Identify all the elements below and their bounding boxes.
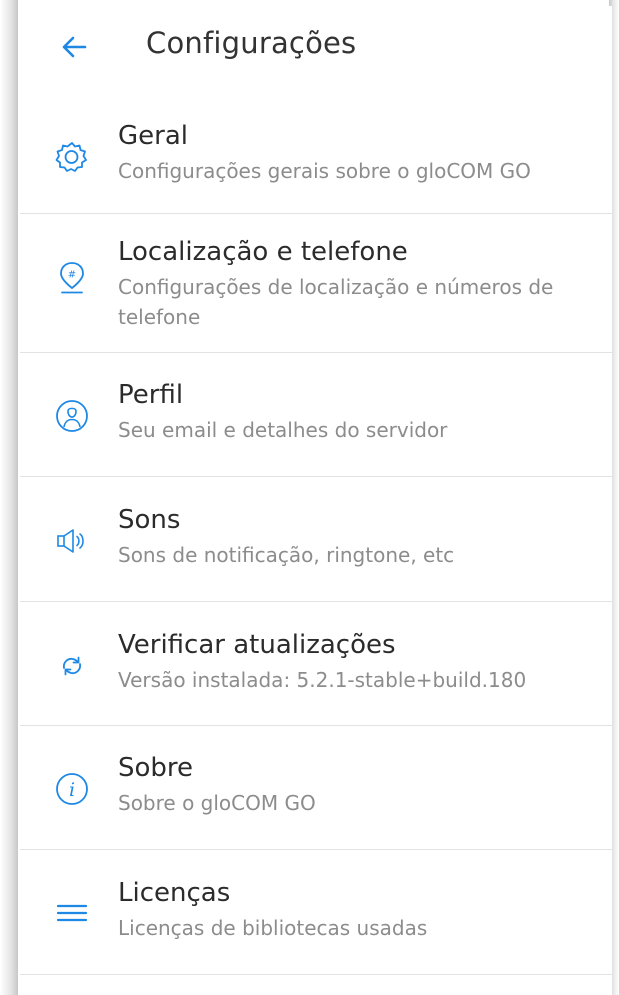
- settings-list: Geral Configurações gerais sobre o gloCO…: [20, 90, 612, 975]
- settings-item-label: Verificar atualizações: [118, 630, 396, 660]
- settings-item-about[interactable]: i Sobre Sobre o gloCOM GO: [20, 726, 612, 850]
- speaker-icon: [52, 521, 92, 561]
- settings-item-label: Sons: [118, 505, 181, 535]
- settings-screen: Configurações Geral Configurações gerais…: [20, 6, 612, 995]
- svg-text:#: #: [68, 270, 76, 281]
- settings-item-general[interactable]: Geral Configurações gerais sobre o gloCO…: [20, 90, 612, 214]
- settings-item-check-updates[interactable]: Verificar atualizações Versão instalada:…: [20, 602, 612, 726]
- app-bar: Configurações: [20, 6, 612, 90]
- settings-item-description: Sobre o gloCOM GO: [118, 791, 316, 815]
- info-icon: i: [52, 769, 92, 809]
- back-button[interactable]: [58, 31, 90, 63]
- refresh-icon: [52, 646, 92, 686]
- location-pin-icon: #: [52, 258, 92, 298]
- settings-item-description: Configurações gerais sobre o gloCOM GO: [118, 159, 531, 183]
- settings-item-label: Geral: [118, 121, 188, 151]
- menu-lines-icon: [52, 893, 92, 933]
- settings-item-label: Sobre: [118, 753, 194, 783]
- settings-item-label: Perfil: [118, 380, 184, 410]
- settings-item-label: Localização e telefone: [118, 237, 408, 267]
- settings-item-profile[interactable]: Perfil Seu email e detalhes do servidor: [20, 353, 612, 477]
- user-icon: [52, 396, 92, 436]
- gear-icon: [52, 137, 92, 177]
- settings-item-description: Licenças de bibliotecas usadas: [118, 916, 428, 940]
- settings-item-description: Versão instalada: 5.2.1-stable+build.180: [118, 668, 527, 692]
- settings-item-location-phone[interactable]: # Localização e telefone Configurações d…: [20, 214, 612, 353]
- settings-item-description: Configurações de localização e números d…: [118, 275, 554, 329]
- left-edge-shadow: [0, 0, 18, 995]
- settings-item-sounds[interactable]: Sons Sons de notificação, ringtone, etc: [20, 477, 612, 602]
- arrow-left-icon: [62, 36, 87, 58]
- settings-item-description: Seu email e detalhes do servidor: [118, 418, 448, 442]
- svg-text:i: i: [69, 779, 75, 801]
- page-title: Configurações: [146, 26, 357, 60]
- settings-item-label: Licenças: [118, 878, 231, 908]
- settings-item-description: Sons de notificação, ringtone, etc: [118, 543, 455, 567]
- settings-item-licenses[interactable]: Licenças Licenças de bibliotecas usadas: [20, 850, 612, 975]
